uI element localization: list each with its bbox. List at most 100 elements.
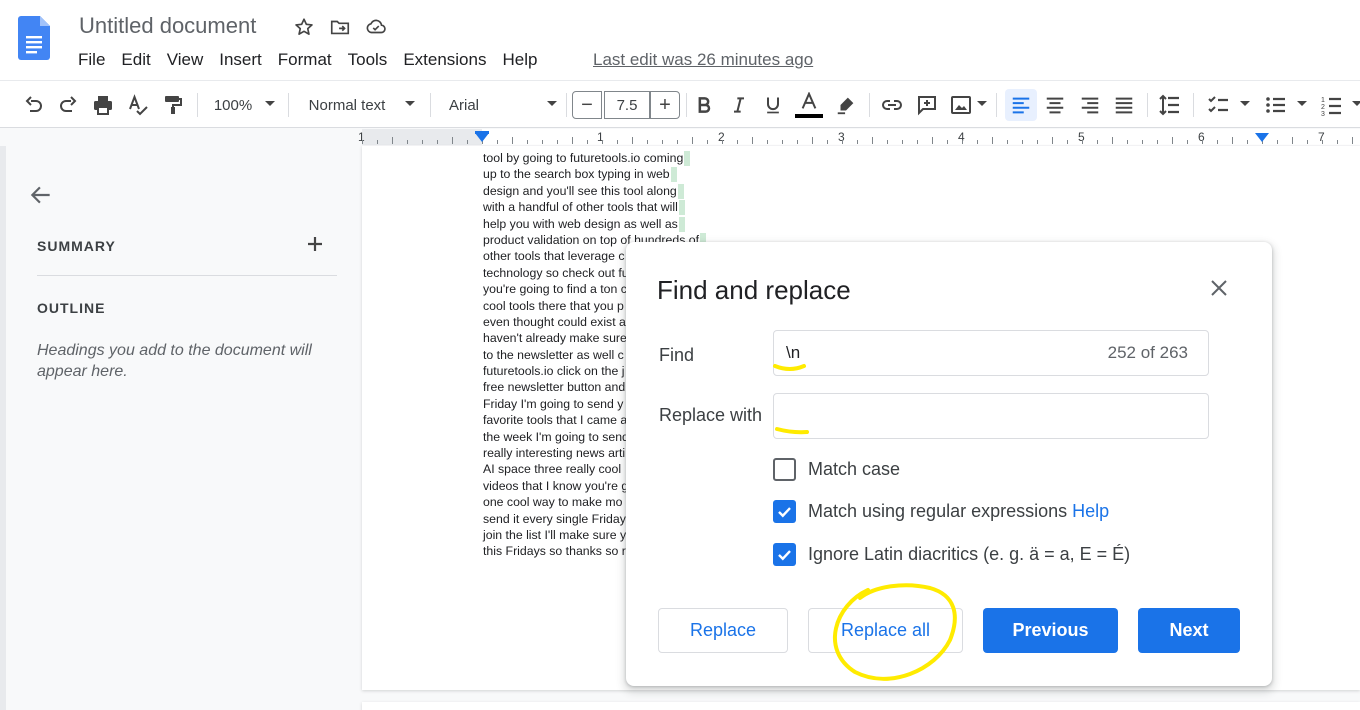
right-indent-marker[interactable] bbox=[1255, 133, 1269, 142]
ruler-tick bbox=[737, 140, 738, 144]
ruler-tick bbox=[947, 140, 948, 144]
justify-icon[interactable] bbox=[1110, 91, 1138, 119]
menu-view[interactable]: View bbox=[159, 48, 212, 72]
font-select[interactable]: Arial bbox=[446, 91, 482, 119]
star-icon[interactable] bbox=[292, 15, 316, 39]
menu-bar: File Edit View Insert Format Tools Exten… bbox=[70, 48, 545, 72]
menu-edit[interactable]: Edit bbox=[113, 48, 158, 72]
find-replace-dialog: Find and replace Find \n 252 of 263 Repl… bbox=[626, 242, 1272, 686]
regex-help-link[interactable]: Help bbox=[1072, 501, 1109, 522]
italic-icon[interactable] bbox=[727, 91, 751, 119]
redo-icon[interactable] bbox=[54, 91, 82, 119]
checklist-icon[interactable] bbox=[1205, 91, 1233, 119]
underline-icon[interactable] bbox=[761, 91, 785, 119]
style-caret-icon[interactable] bbox=[405, 101, 415, 106]
doc-line: tool by going to futuretools.io coming bbox=[483, 151, 684, 165]
match-case-checkbox[interactable] bbox=[773, 458, 796, 481]
ruler-tick bbox=[452, 137, 453, 144]
numbered-list-icon[interactable]: 123 bbox=[1318, 91, 1346, 119]
insert-image-icon[interactable] bbox=[947, 91, 975, 119]
ruler-tick bbox=[1067, 140, 1068, 144]
zoom-caret-icon[interactable] bbox=[265, 101, 275, 106]
bulleted-list-caret-icon[interactable] bbox=[1297, 101, 1307, 106]
ruler-tick bbox=[527, 140, 528, 144]
svg-text:1: 1 bbox=[1321, 97, 1325, 104]
find-input-value: \n bbox=[786, 343, 801, 362]
ruler-tick bbox=[1112, 137, 1113, 144]
menu-insert[interactable]: Insert bbox=[211, 48, 270, 72]
previous-button[interactable]: Previous bbox=[983, 608, 1118, 653]
decrease-font-size-button[interactable]: − bbox=[572, 91, 602, 119]
docs-logo-icon[interactable] bbox=[18, 16, 50, 60]
document-page-next[interactable] bbox=[362, 702, 1360, 710]
match-highlight bbox=[684, 151, 691, 166]
menu-help[interactable]: Help bbox=[494, 48, 545, 72]
text-color-icon[interactable] bbox=[794, 91, 824, 119]
ruler-tick bbox=[572, 137, 573, 144]
ruler-tick bbox=[752, 137, 753, 144]
increase-font-size-button[interactable]: + bbox=[650, 91, 680, 119]
ruler-tick bbox=[467, 140, 468, 144]
zoom-select[interactable]: 100% bbox=[210, 91, 256, 119]
ruler-tick bbox=[1037, 140, 1038, 144]
replace-input[interactable] bbox=[773, 393, 1209, 439]
image-caret-icon[interactable] bbox=[977, 101, 987, 106]
ruler-tick bbox=[512, 137, 513, 144]
add-comment-icon[interactable] bbox=[913, 91, 941, 119]
find-input[interactable]: \n 252 of 263 bbox=[773, 330, 1209, 376]
ruler-tick bbox=[1217, 140, 1218, 144]
close-icon[interactable] bbox=[1209, 278, 1229, 303]
style-select[interactable]: Normal text bbox=[304, 91, 390, 119]
replace-all-button[interactable]: Replace all bbox=[808, 608, 963, 653]
ruler-tick bbox=[977, 140, 978, 144]
font-size-input[interactable]: 7.5 bbox=[604, 91, 650, 119]
replace-button[interactable]: Replace bbox=[658, 608, 788, 653]
checklist-caret-icon[interactable] bbox=[1240, 101, 1250, 106]
spellcheck-icon[interactable] bbox=[124, 91, 152, 119]
left-indent-marker[interactable] bbox=[475, 133, 489, 142]
ruler-tick bbox=[557, 140, 558, 144]
insert-link-icon[interactable] bbox=[878, 91, 906, 119]
align-right-icon[interactable] bbox=[1076, 91, 1104, 119]
ruler-tick bbox=[647, 140, 648, 144]
document-title[interactable]: Untitled document bbox=[79, 13, 256, 39]
print-icon[interactable] bbox=[89, 91, 117, 119]
diacritics-row[interactable]: Ignore Latin diacritics (e. g. ä = a, E … bbox=[773, 543, 1130, 566]
align-center-icon[interactable] bbox=[1041, 91, 1069, 119]
regex-checkbox[interactable] bbox=[773, 500, 796, 523]
last-edit-link[interactable]: Last edit was 26 minutes ago bbox=[593, 50, 813, 70]
menu-extensions[interactable]: Extensions bbox=[395, 48, 494, 72]
replace-with-label: Replace with bbox=[659, 405, 763, 425]
diacritics-checkbox[interactable] bbox=[773, 543, 796, 566]
align-left-icon[interactable] bbox=[1007, 91, 1035, 119]
line-spacing-icon[interactable] bbox=[1156, 91, 1184, 119]
menu-file[interactable]: File bbox=[70, 48, 113, 72]
menu-format[interactable]: Format bbox=[270, 48, 340, 72]
ruler-tick bbox=[617, 140, 618, 144]
ruler-tick bbox=[692, 137, 693, 144]
bold-icon[interactable] bbox=[692, 91, 716, 119]
numbered-list-caret-icon[interactable] bbox=[1352, 101, 1360, 106]
document-outline-panel bbox=[6, 146, 362, 710]
cloud-saved-icon[interactable] bbox=[364, 15, 388, 39]
outline-heading: OUTLINE bbox=[37, 300, 106, 316]
regex-row[interactable]: Match using regular expressions Help bbox=[773, 500, 1109, 523]
move-folder-icon[interactable] bbox=[328, 15, 352, 39]
google-docs-window: Untitled document File Edit View Insert … bbox=[0, 0, 1360, 710]
ruler-tick bbox=[1277, 140, 1278, 144]
font-caret-icon[interactable] bbox=[547, 101, 557, 106]
highlight-color-icon[interactable] bbox=[832, 91, 860, 119]
close-outline-arrow-icon[interactable] bbox=[28, 182, 54, 213]
match-highlight bbox=[678, 216, 685, 232]
next-button[interactable]: Next bbox=[1138, 608, 1240, 653]
ruler-tick bbox=[632, 137, 633, 144]
match-case-row[interactable]: Match case bbox=[773, 458, 900, 481]
menu-tools[interactable]: Tools bbox=[340, 48, 396, 72]
ruler-tick bbox=[1247, 140, 1248, 144]
ruler-tick bbox=[902, 140, 903, 144]
undo-icon[interactable] bbox=[20, 91, 48, 119]
ruler-tick bbox=[377, 140, 378, 144]
paint-format-icon[interactable] bbox=[159, 91, 187, 119]
add-summary-plus-icon[interactable] bbox=[305, 234, 325, 259]
bulleted-list-icon[interactable] bbox=[1262, 91, 1290, 119]
